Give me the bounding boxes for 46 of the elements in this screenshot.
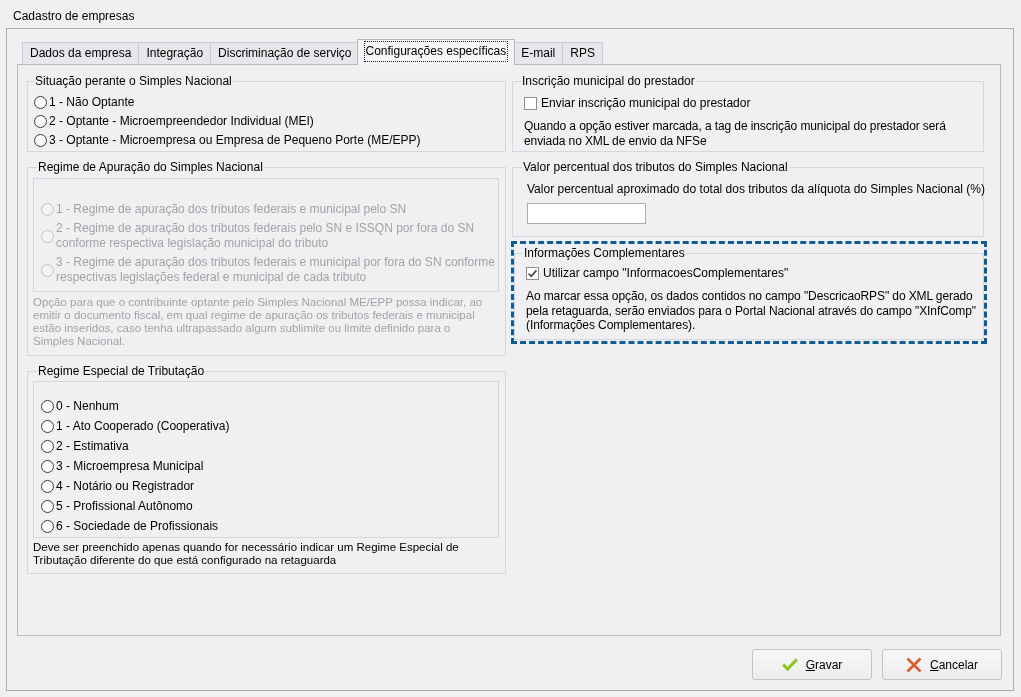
cross-icon [906, 656, 922, 673]
radio-button[interactable] [34, 115, 47, 128]
radio-button[interactable] [41, 519, 54, 533]
help-text: Quando a opção estiver marcada, a tag de inscrição municipal do prestador será enviada no XML de envio da NFSe [524, 119, 947, 148]
radio-label[interactable]: 4 - Notário ou Registrador [56, 478, 195, 494]
radio-label[interactable]: 2 - Optante - Microempreendedor Individual (MEI) [49, 112, 314, 131]
radio-label[interactable]: 1 - Não Optante [49, 93, 135, 112]
radio-label[interactable]: 2 - Estimativa [56, 438, 129, 454]
checkbox-label[interactable]: Utilizar campo "InformacoesComplementares" [543, 265, 789, 281]
radio-button[interactable] [41, 399, 54, 413]
group-title: Regime Especial de Tributação [37, 363, 206, 379]
radio-label[interactable]: 5 - Profissional Autônomo [56, 498, 193, 514]
radio-button[interactable] [41, 419, 54, 433]
radio-button[interactable] [41, 499, 54, 513]
checkbox[interactable] [526, 266, 539, 280]
radio-button[interactable] [41, 439, 54, 453]
radio-button[interactable] [41, 479, 54, 493]
group-title: Regime de Apuração do Simples Nacional [37, 159, 264, 175]
group-title: Inscrição municipal do prestador [521, 73, 696, 89]
window-title: Cadastro de empresas [13, 8, 135, 24]
cancel-button[interactable]: Cancelar [882, 649, 1002, 680]
checkmark-icon [781, 658, 798, 671]
radio-label[interactable]: 3 - Microempresa Municipal [56, 458, 204, 474]
radio-button[interactable] [41, 459, 54, 473]
radio-label[interactable]: 1 - Ato Cooperado (Cooperativa) [56, 418, 230, 434]
tab[interactable]: Discriminação de serviço [210, 42, 360, 64]
radio-label[interactable]: 0 - Nenhum [56, 398, 119, 414]
radio-label[interactable]: 6 - Sociedade de Profissionais [56, 518, 219, 534]
tab[interactable]: E-mail [513, 42, 564, 64]
help-text: Ao marcar essa opção, os dados contidos no campo "DescricaoRPS" do XML gerado pela retaguarda, serão enviados para o Portal Nacional através do campo "XInfComp" (Informações Complementares). [526, 289, 977, 333]
radio-button[interactable] [34, 134, 47, 147]
checkbox-label[interactable]: Enviar inscrição municipal do prestador [541, 95, 751, 111]
group-title: Informações Complementares [523, 245, 686, 261]
tab[interactable]: Dados da empresa [22, 42, 140, 64]
tab[interactable]: Integração [138, 42, 212, 64]
radio-label[interactable]: 3 - Optante - Microempresa ou Empresa de Pequeno Porte (ME/EPP) [49, 131, 421, 150]
tab[interactable]: RPS [562, 42, 603, 64]
group-title: Situação perante o Simples Nacional [34, 73, 233, 89]
help-text: Opção para que o contribuinte optante pelo Simples Nacional ME/EPP possa indicar, ao emitir o documento fiscal, em qual regime de apuração os tributos federais e municipal estão inseridos, caso tenha ultrapassado algum sublimite ou limite definido para o Simples Nacional. [33, 296, 484, 348]
input-field[interactable] [527, 203, 646, 224]
checkbox[interactable] [524, 96, 537, 110]
tab[interactable]: Configurações específicas [356, 39, 516, 65]
help-text: Deve ser preenchido apenas quando for necessário indicar um Regime Especial de Tributação diferente do que está configurado na retaguarda [33, 541, 460, 567]
radio-button[interactable] [34, 96, 47, 109]
group-title: Valor percentual dos tributos do Simples Nacional [522, 159, 789, 175]
save-button[interactable]: Gravar [752, 649, 872, 680]
